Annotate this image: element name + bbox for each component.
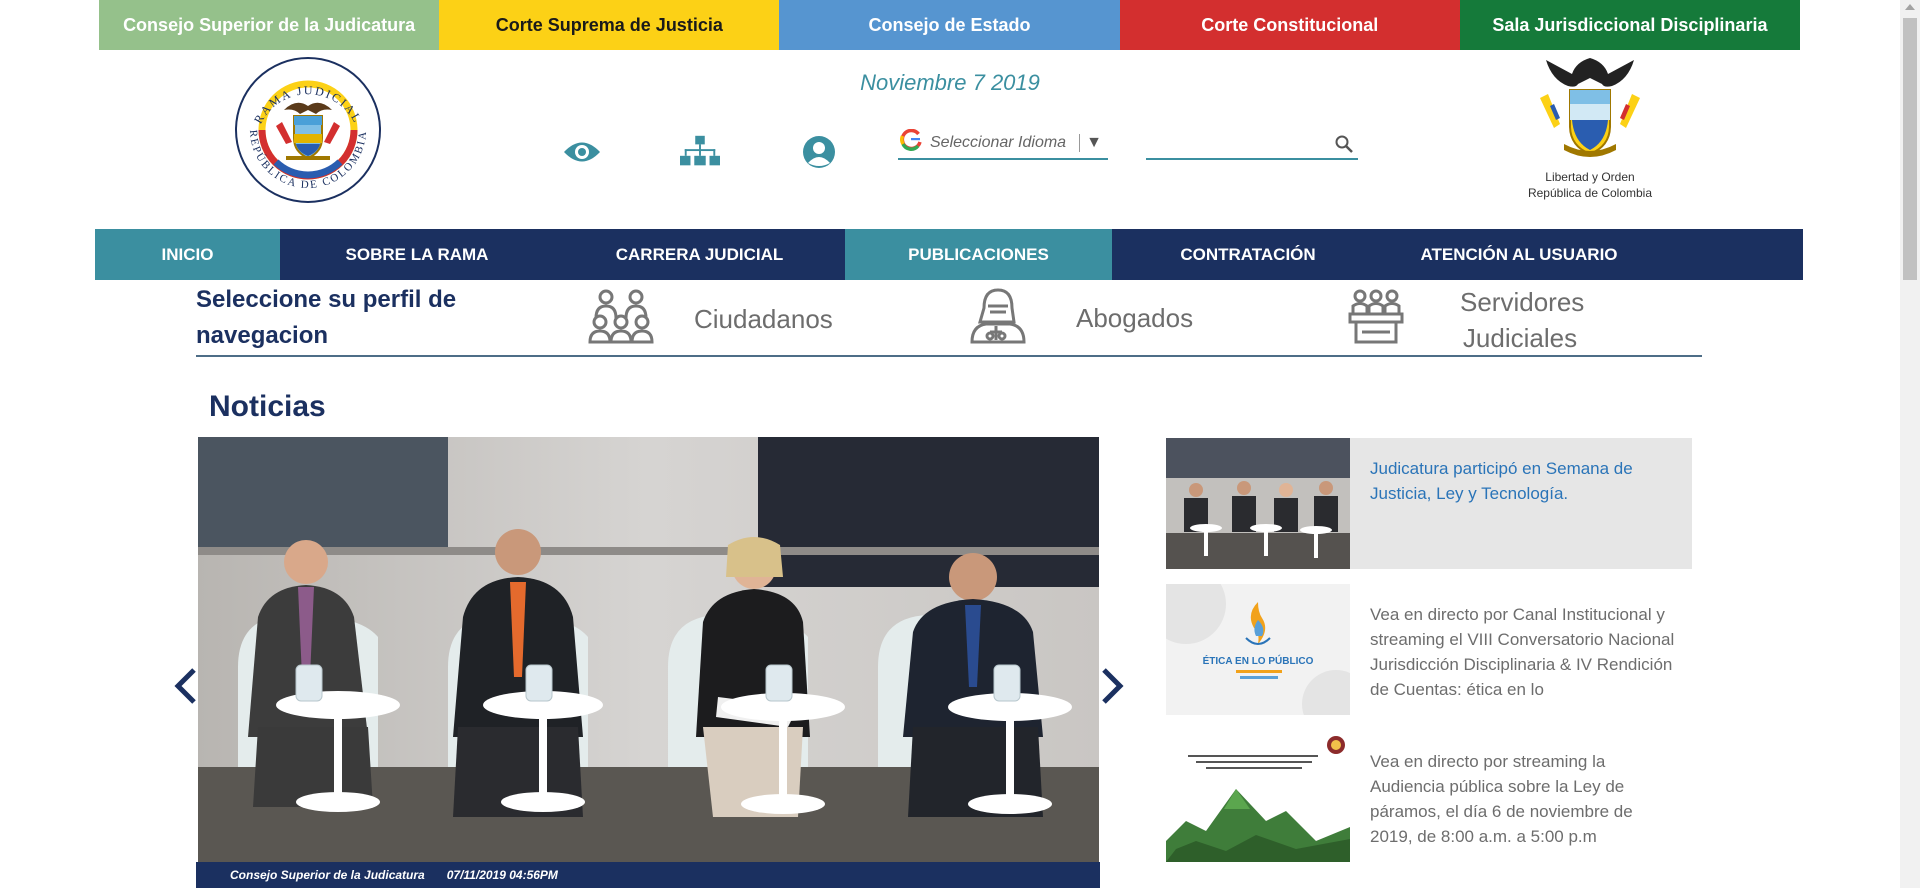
user-icon[interactable] — [799, 132, 839, 172]
carousel-next-arrow-icon[interactable] — [1100, 668, 1124, 704]
caption-author: Consejo Superior de la Judicatura — [230, 868, 425, 882]
main-nav: INICIO SOBRE LA RAMA CARRERA JUDICIAL PU… — [95, 229, 1803, 280]
corp-link-consejo-superior[interactable]: Consejo Superior de la Judicatura — [99, 0, 440, 50]
nav-item-publicaciones[interactable]: PUBLICACIONES — [845, 229, 1112, 280]
corp-link-corte-constitucional[interactable]: Corte Constitucional — [1119, 0, 1460, 50]
search-icon[interactable] — [1334, 134, 1354, 159]
news-item-text[interactable]: Vea en directo por streaming la Audienci… — [1350, 731, 1692, 862]
court-icon — [1348, 288, 1404, 353]
dropdown-arrow-icon[interactable]: ▼ — [1086, 134, 1102, 152]
nav-item-sobre-la-rama[interactable]: SOBRE LA RAMA — [280, 229, 554, 280]
scroll-up-arrow-icon[interactable] — [1905, 4, 1915, 10]
svg-text:ÉTICA EN LO PÚBLICO: ÉTICA EN LO PÚBLICO — [1203, 654, 1314, 667]
carousel-caption: Consejo Superior de la Judicatura 07/11/… — [196, 862, 1100, 888]
search-input[interactable] — [1146, 130, 1326, 158]
news-section-title: Noticias — [209, 390, 326, 423]
news-item-text[interactable]: Judicatura participó en Semana de Justic… — [1350, 438, 1692, 569]
scrollbar-thumb[interactable] — [1903, 18, 1917, 280]
profile-servidores-label: Servidores Judiciales — [1460, 287, 1585, 353]
search-box — [1146, 130, 1358, 160]
news-list-item[interactable]: ÉTICA EN LO PÚBLICO Vea en directo por C… — [1166, 584, 1692, 715]
lawyer-icon — [966, 286, 1026, 351]
profile-ciudadanos[interactable]: Ciudadanos — [588, 288, 833, 351]
profile-abogados-label: Abogados — [1076, 303, 1194, 333]
news-thumbnail: ÉTICA EN LO PÚBLICO — [1166, 584, 1350, 715]
language-placeholder: Seleccionar Idioma — [930, 134, 1067, 151]
escudo-colombia-logo[interactable]: Libertad y Orden República de Colombia — [1520, 54, 1660, 204]
profile-selector: Seleccione su perfil de navegacion Ciuda… — [196, 280, 1702, 357]
caption-datetime: 07/11/2019 04:56PM — [446, 868, 558, 882]
page: Consejo Superior de la Judicatura Corte … — [0, 0, 1920, 888]
carousel-prev-arrow-icon[interactable] — [174, 668, 198, 704]
logo-right-line2: República de Colombia — [1527, 186, 1653, 200]
nav-item-contratacion[interactable]: CONTRATACIÓN — [1112, 229, 1384, 280]
news-list-item[interactable]: Vea en directo por streaming la Audienci… — [1166, 731, 1692, 862]
profile-title: Seleccione su perfil de navegacion — [196, 286, 457, 349]
corp-link-corte-suprema[interactable]: Corte Suprema de Justicia — [439, 0, 780, 50]
news-carousel-image[interactable] — [198, 437, 1099, 862]
nav-item-atencion-usuario[interactable]: ATENCIÓN AL USUARIO — [1384, 229, 1654, 280]
logo-right-line1: Libertad y Orden — [1545, 170, 1635, 184]
profile-abogados[interactable]: Abogados — [966, 286, 1193, 351]
eye-icon[interactable] — [562, 132, 602, 172]
sitemap-icon[interactable] — [680, 132, 720, 172]
nav-item-carrera-judicial[interactable]: CARRERA JUDICIAL — [554, 229, 845, 280]
language-divider — [1079, 134, 1081, 152]
news-list-item[interactable]: Judicatura participó en Semana de Justic… — [1166, 438, 1692, 569]
nav-item-inicio[interactable]: INICIO — [95, 229, 280, 280]
rama-judicial-logo[interactable]: RAMA JUDICIAL REPÚBLICA DE COLOMBIA — [228, 52, 388, 207]
profile-ciudadanos-label: Ciudadanos — [694, 304, 833, 334]
corporations-bar: Consejo Superior de la Judicatura Corte … — [99, 0, 1801, 50]
vertical-scrollbar[interactable] — [1900, 0, 1920, 888]
profile-servidores[interactable]: Servidores Judiciales — [1348, 284, 1585, 356]
current-date: Noviembre 7 2019 — [860, 70, 1040, 95]
news-thumbnail — [1166, 731, 1350, 862]
language-selector[interactable]: Seleccionar Idioma ▼ — [898, 128, 1108, 160]
google-icon — [900, 128, 922, 157]
news-item-text[interactable]: Vea en directo por Canal Institucional y… — [1350, 584, 1692, 715]
corp-link-sala-disciplinaria[interactable]: Sala Jurisdiccional Disciplinaria — [1459, 0, 1801, 50]
news-thumbnail — [1166, 438, 1350, 569]
people-group-icon — [588, 288, 654, 351]
corp-link-consejo-estado[interactable]: Consejo de Estado — [779, 0, 1120, 50]
